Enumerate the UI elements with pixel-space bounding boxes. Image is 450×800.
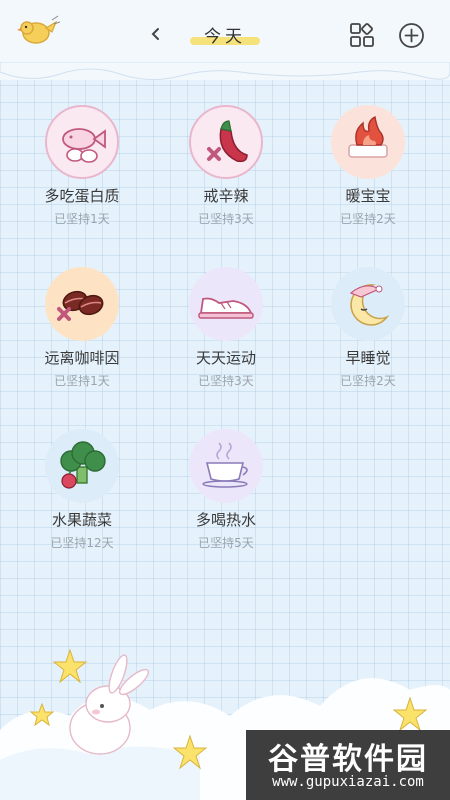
header-wave-divider — [0, 62, 450, 80]
habit-icon-circle — [331, 267, 405, 341]
bird-logo-icon — [17, 15, 60, 44]
habit-icon-circle — [45, 429, 119, 503]
habit-name: 多吃蛋白质 — [44, 187, 120, 205]
page-title-wrap: 今天 — [190, 22, 260, 50]
watermark-logo: 谷普软件园 www.gupuxiazai.com — [246, 730, 450, 800]
habit-name: 天天运动 — [195, 349, 256, 367]
plus-circle-icon[interactable] — [398, 22, 425, 49]
chili-pepper-icon — [207, 120, 248, 163]
coffee-bean-icon — [57, 290, 104, 321]
chevron-left-icon — [151, 28, 159, 40]
habit-icon-circle — [331, 105, 405, 179]
habit-card[interactable]: 天天运动 已坚持3天 — [166, 267, 286, 407]
moon-icon — [349, 284, 390, 326]
habit-streak: 已坚持2天 — [340, 374, 396, 388]
habit-card[interactable]: 远离咖啡因 已坚持1天 — [22, 267, 142, 407]
habit-icon-circle — [45, 105, 119, 179]
habit-icon-circle — [189, 267, 263, 341]
category-grid-icon[interactable] — [349, 22, 375, 48]
habit-name: 早睡觉 — [345, 349, 391, 367]
habit-name: 暖宝宝 — [345, 187, 391, 205]
habit-name: 戒辛辣 — [203, 187, 249, 205]
habit-streak: 已坚持2天 — [340, 212, 396, 226]
sneaker-icon — [198, 297, 254, 319]
page-title: 今天 — [204, 27, 246, 47]
habit-card[interactable]: 戒辛辣 已坚持3天 — [166, 105, 286, 245]
habit-icon-circle — [189, 105, 263, 179]
habit-streak: 已坚持5天 — [198, 536, 254, 550]
habit-card[interactable]: 多喝热水 已坚持5天 — [166, 429, 286, 569]
habit-card[interactable]: 多吃蛋白质 已坚持1天 — [22, 105, 142, 245]
back-button[interactable] — [144, 22, 166, 46]
habit-icon-circle — [45, 267, 119, 341]
flame-icon — [348, 115, 388, 158]
habit-name: 远离咖啡因 — [44, 349, 120, 367]
habit-streak: 已坚持3天 — [198, 374, 254, 388]
hot-cup-icon — [202, 442, 248, 488]
habit-card[interactable]: 暖宝宝 已坚持2天 — [308, 105, 428, 245]
watermark-url: www.gupuxiazai.com — [272, 774, 424, 790]
habit-name: 多喝热水 — [195, 511, 256, 529]
habit-streak: 已坚持1天 — [54, 374, 110, 388]
broccoli-icon — [60, 441, 106, 489]
watermark-title: 谷普软件园 — [268, 742, 428, 777]
fish-egg-icon — [62, 128, 106, 163]
habit-streak: 已坚持3天 — [198, 212, 254, 226]
habit-name: 水果蔬菜 — [51, 511, 112, 529]
habit-card[interactable]: 早睡觉 已坚持2天 — [308, 267, 428, 407]
habit-icon-circle — [189, 429, 263, 503]
habit-card[interactable]: 水果蔬菜 已坚持12天 — [22, 429, 142, 569]
habit-streak: 已坚持12天 — [50, 536, 114, 550]
habit-streak: 已坚持1天 — [54, 212, 110, 226]
